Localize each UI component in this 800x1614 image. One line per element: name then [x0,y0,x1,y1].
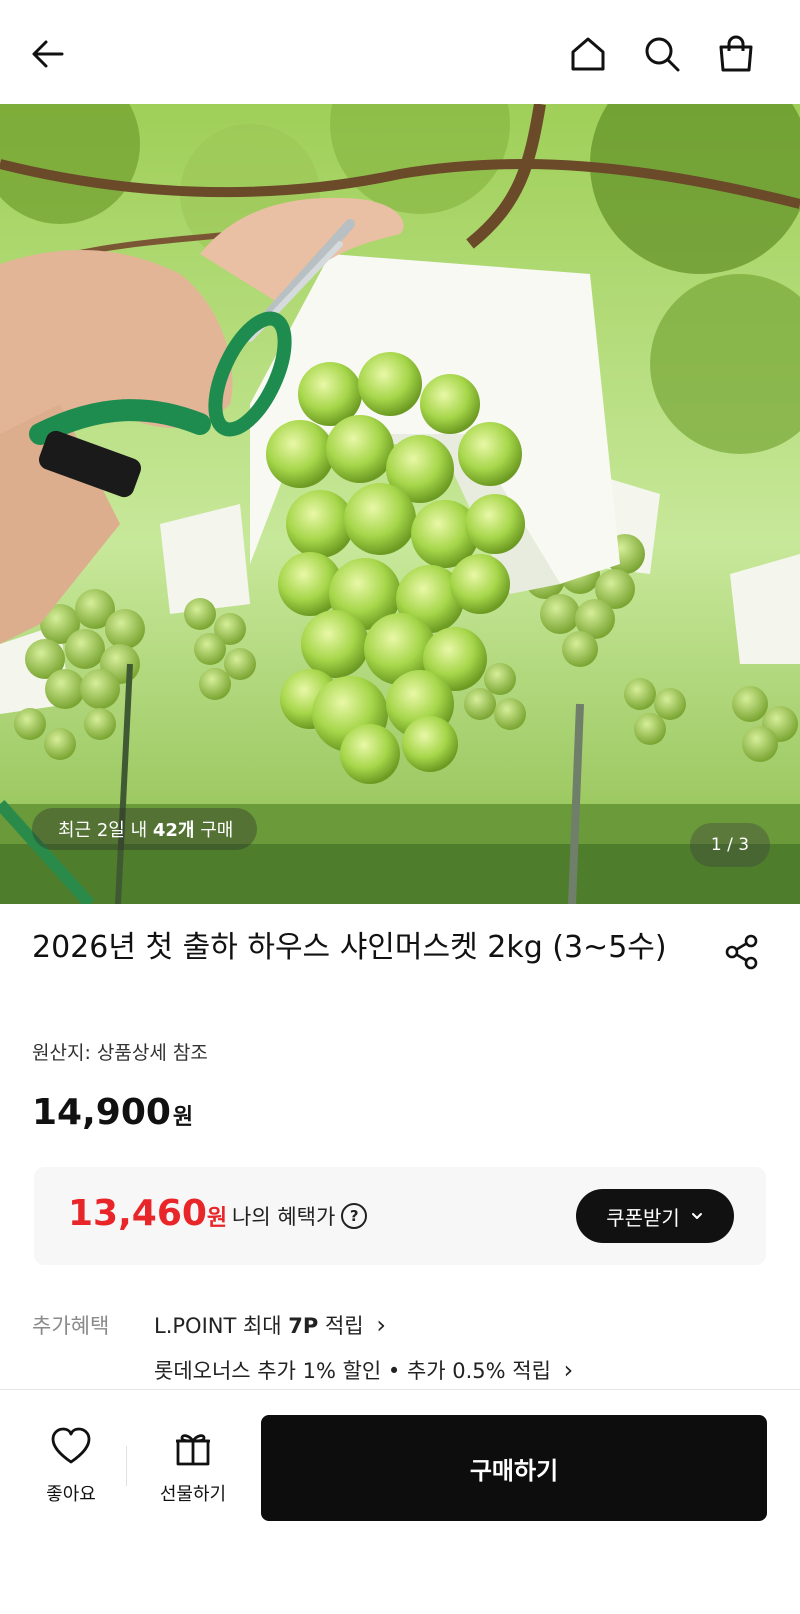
shopping-bag-icon [719,35,753,72]
benefit-price-value: 13,460 [68,1193,207,1234]
arrow-left-icon [32,40,64,68]
shopping-bag-button[interactable] [712,30,760,78]
recent-purchase-prefix: 최근 2일 내 [58,820,153,841]
share-icon [725,934,758,970]
benefit-price-unit: 원 [206,1206,228,1231]
coupon-button[interactable]: 쿠폰받기 [576,1189,734,1243]
bottom-bar-divider [0,1389,800,1390]
lpoint-suffix: 적립 [318,1314,364,1338]
benefit-price: 13,460원 [68,1193,227,1234]
bottom-bar-separator [126,1446,127,1486]
lpoint-prefix: L.POINT 최대 [154,1314,289,1338]
like-label: 좋아요 [46,1484,96,1505]
chevron-right-icon: › [563,1356,574,1384]
chevron-right-icon: › [376,1311,386,1339]
product-title: 2026년 첫 출하 하우스 샤인머스켓 2kg (3~5수) [32,930,667,965]
lotte-owners-benefit-link[interactable]: 롯데오너스 추가 1% 할인 • 추가 0.5% 적립 › [154,1355,573,1385]
search-icon [645,37,680,72]
recent-purchase-badge: 최근 2일 내 42개 구매 [32,808,258,850]
origin-info: 원산지: 상품상세 참조 [32,1042,208,1064]
coupon-button-label: 쿠폰받기 [606,1205,680,1230]
recent-purchase-count: 42개 [152,820,195,841]
lpoint-points: 7P [288,1314,319,1338]
chevron-down-icon [691,1213,702,1219]
lotte-owners-text: 롯데오너스 추가 1% 할인 • 추가 0.5% 적립 [154,1359,551,1383]
gift-label: 선물하기 [159,1484,227,1505]
benefit-label: 나의 혜택가 ? [232,1201,368,1231]
gift-button[interactable]: 선물하기 [138,1426,248,1516]
top-navigation-bar [0,0,800,104]
extra-benefit-label: 추가혜택 [32,1314,110,1338]
image-page-indicator: 1 / 3 [690,823,770,867]
back-button[interactable] [24,30,72,78]
shine-muscat-grapes-photo [0,104,800,904]
like-button[interactable]: 좋아요 [26,1426,116,1516]
lpoint-benefit-link[interactable]: L.POINT 최대 7P 적립 › [154,1310,386,1340]
help-icon[interactable]: ? [341,1203,368,1229]
benefit-label-text: 나의 혜택가 [232,1205,336,1229]
home-button[interactable] [564,30,612,78]
benefit-price-box: 13,460원 나의 혜택가 ? 쿠폰받기 [34,1167,766,1265]
gift-icon [172,1426,214,1472]
share-button[interactable] [720,930,764,974]
recent-purchase-suffix: 구매 [194,820,234,841]
search-button[interactable] [638,30,686,78]
product-price: 14,900원 [32,1092,193,1133]
price-unit: 원 [172,1105,194,1130]
product-image-carousel[interactable]: 최근 2일 내 42개 구매 1 / 3 [0,104,800,904]
home-icon [571,37,605,71]
price-value: 14,900 [32,1092,171,1133]
buy-button[interactable]: 구매하기 [261,1415,767,1521]
heart-icon [50,1426,92,1472]
